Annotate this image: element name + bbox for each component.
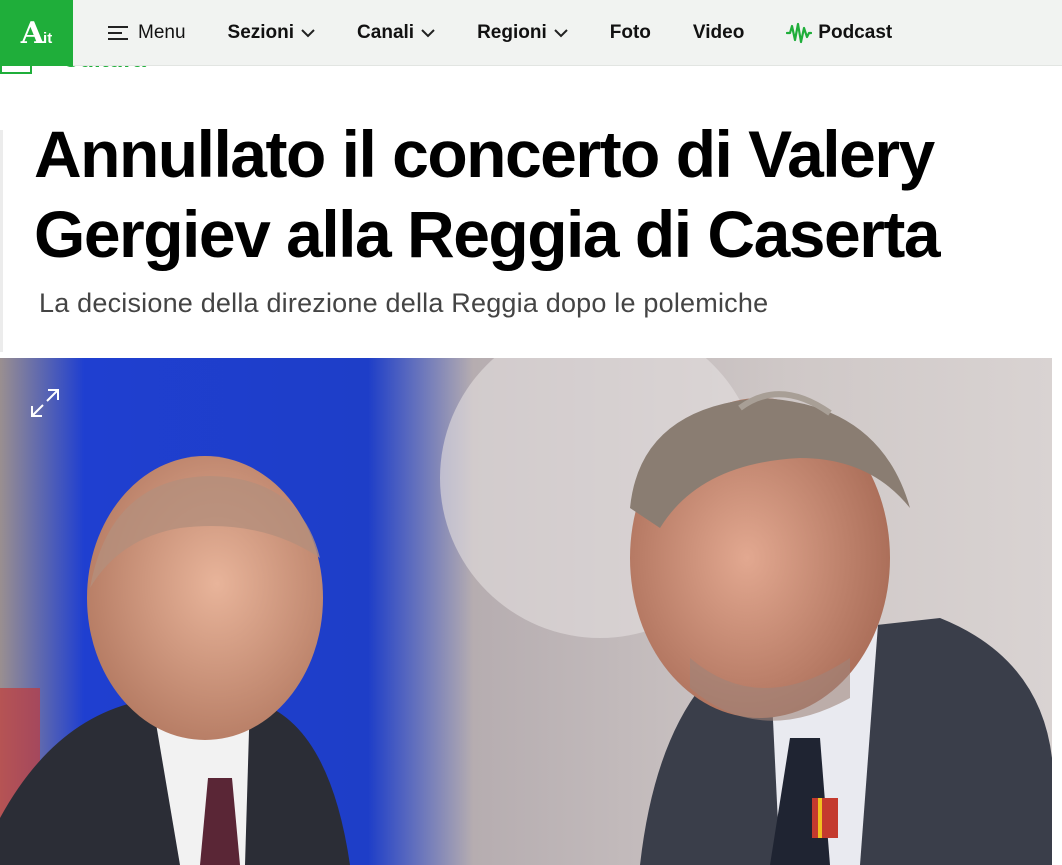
headline-line-2: Gergiev alla Reggia di Caserta — [34, 197, 941, 271]
article-subtitle: La decisione della direzione della Reggi… — [39, 288, 769, 318]
nav-channels-label: Canali — [357, 22, 415, 43]
top-navigation-bar: Ait Menu Sezioni Canali Regioni Foto Vid… — [0, 0, 1062, 66]
menu-button[interactable]: Menu — [108, 13, 186, 53]
hero-image[interactable] — [0, 358, 1052, 865]
nav-photo-label: Foto — [609, 22, 651, 43]
nav-video-label: Video — [692, 22, 745, 43]
nav-photo[interactable]: Foto — [610, 13, 651, 53]
nav-podcast-label: Podcast — [818, 22, 893, 43]
nav-channels[interactable]: Canali — [357, 13, 435, 53]
logo-text: Ait — [20, 15, 53, 51]
nav-video[interactable]: Video — [693, 13, 744, 53]
site-logo[interactable]: Ait — [0, 0, 73, 66]
chevron-down-icon — [301, 28, 315, 38]
podcast-waveform-icon — [786, 22, 813, 44]
expand-icon — [31, 389, 59, 417]
main-nav: Menu Sezioni Canali Regioni Foto Video P… — [108, 0, 892, 66]
nav-podcast[interactable]: Podcast — [786, 13, 892, 53]
chevron-down-icon — [421, 28, 435, 38]
nav-sections-label: Sezioni — [227, 22, 295, 43]
nav-sections[interactable]: Sezioni — [228, 13, 316, 53]
expand-image-button[interactable] — [28, 386, 62, 420]
article-headline: Annullato il concerto di Valery Gergiev … — [34, 114, 1062, 274]
nav-regions[interactable]: Regioni — [477, 13, 568, 53]
menu-label: Menu — [138, 22, 186, 43]
headline-line-1: Annullato il concerto di Valery — [34, 117, 935, 191]
chevron-down-icon — [554, 28, 568, 38]
nav-regions-label: Regioni — [477, 22, 547, 43]
headline-divider — [0, 130, 3, 352]
hamburger-icon — [108, 26, 128, 40]
